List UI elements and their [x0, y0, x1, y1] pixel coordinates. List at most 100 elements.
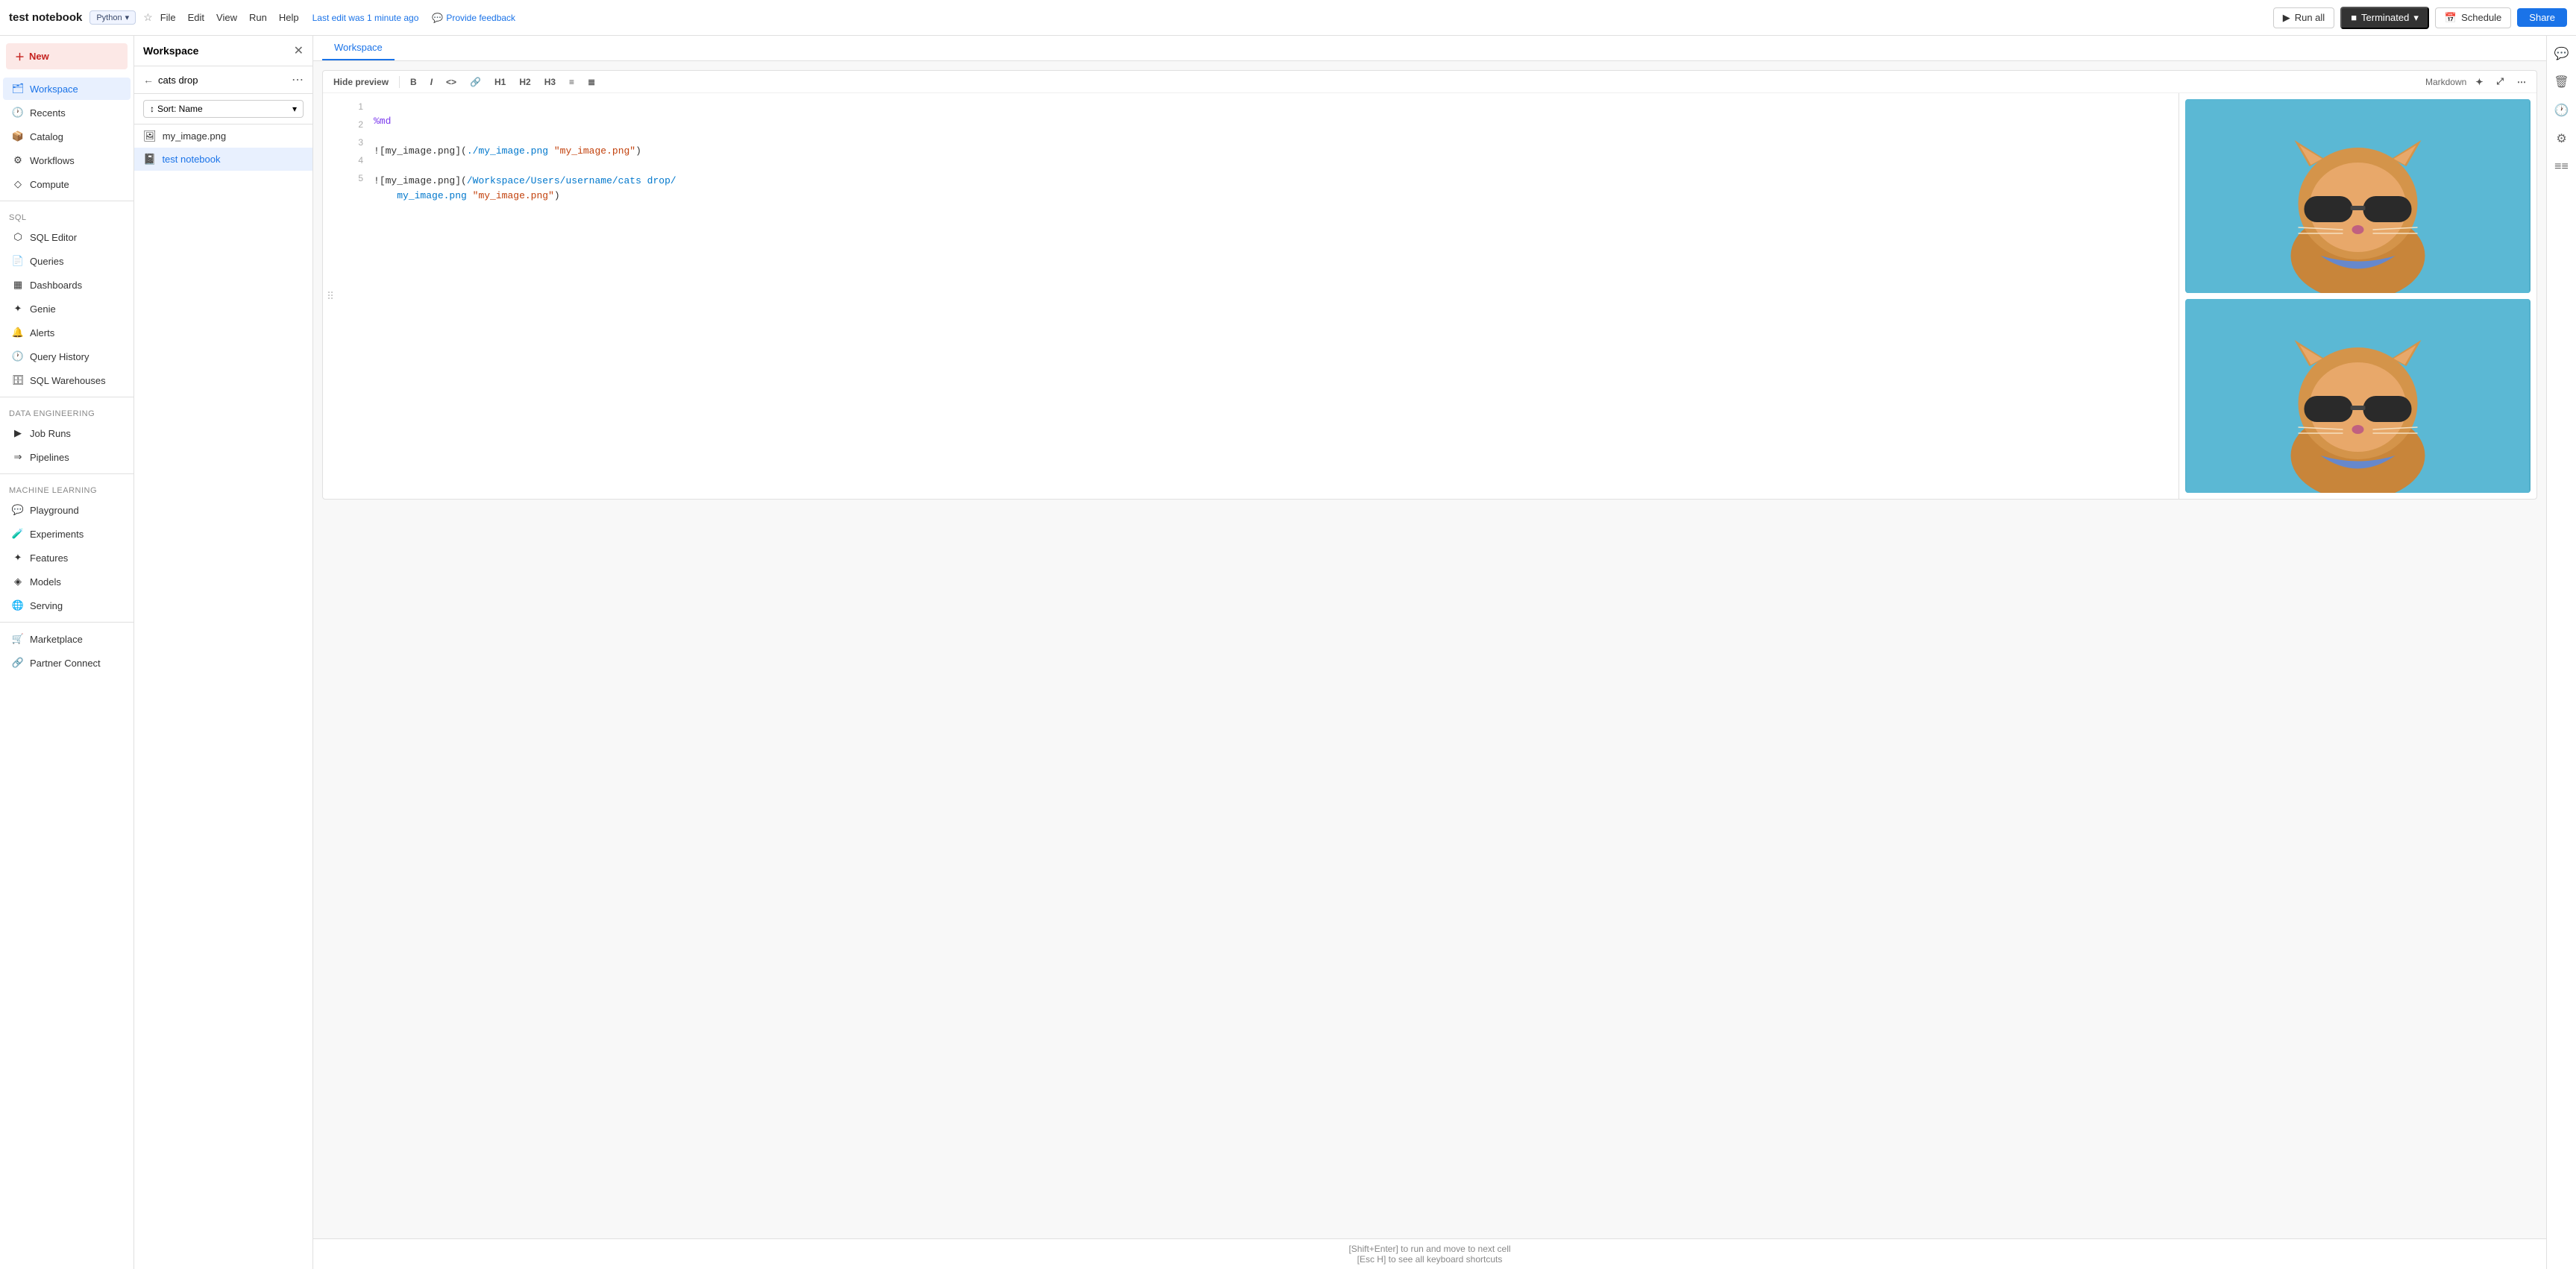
sql-section-label: SQL — [0, 206, 133, 225]
link-button[interactable]: 🔗 — [465, 75, 486, 89]
notebook-title: test notebook — [9, 11, 82, 24]
feedback-button[interactable]: 💬 Provide feedback — [432, 13, 515, 23]
sidebar-item-marketplace[interactable]: 🛒 Marketplace — [3, 628, 131, 650]
catalog-icon: 📦 — [12, 130, 24, 142]
file-panel-close-button[interactable]: ✕ — [294, 43, 304, 58]
experiments-icon: 🧪 — [12, 528, 24, 540]
line-number: 1 — [358, 99, 363, 114]
magic-button[interactable]: ✦ — [2471, 75, 2487, 89]
sidebar-item-alerts[interactable]: 🔔 Alerts — [3, 321, 131, 344]
h3-button[interactable]: H3 — [540, 75, 560, 89]
menu-edit[interactable]: Edit — [188, 12, 204, 23]
chat-icon: 💬 — [432, 13, 443, 23]
sort-selector[interactable]: ↕ Sort: Name ▾ — [143, 100, 304, 118]
marketplace-icon: 🛒 — [12, 633, 24, 645]
sidebar-item-queries[interactable]: 📄 Queries — [3, 250, 131, 272]
pipelines-icon: ⇒ — [12, 451, 24, 463]
delete-icon[interactable]: 🗑 — [2550, 70, 2574, 94]
shortcut-hint-1: [Shift+Enter] to run and move to next ce… — [322, 1244, 2537, 1254]
cell-format-label: Markdown — [2425, 77, 2466, 87]
sidebar-item-pipelines[interactable]: ⇒ Pipelines — [3, 446, 131, 468]
menu-help[interactable]: Help — [279, 12, 299, 23]
file-name: test notebook — [162, 154, 220, 165]
file-item[interactable]: 🖼 my_image.png — [134, 125, 312, 148]
settings-icon[interactable]: ⚙ — [2550, 127, 2574, 151]
ordered-list-button[interactable]: ≣ — [583, 75, 600, 89]
line-number: 5 — [358, 171, 363, 186]
line-number: 3 — [358, 135, 363, 150]
chevron-down-icon: ▾ — [125, 13, 130, 22]
tab-workspace[interactable]: Workspace — [322, 36, 395, 60]
query-history-icon: 🕐 — [12, 350, 24, 362]
content-tabs: Workspace — [313, 36, 2546, 61]
bold-button[interactable]: B — [406, 75, 421, 89]
hide-preview-button[interactable]: Hide preview — [329, 75, 393, 89]
star-button[interactable]: ☆ — [143, 11, 153, 24]
sidebar-item-sql-warehouses[interactable]: 🗄 SQL Warehouses — [3, 369, 131, 391]
cell-code-editor[interactable]: %md ![my_image.png](./my_image.png "my_i… — [368, 93, 2178, 499]
cat-image-2 — [2185, 299, 2531, 493]
h2-button[interactable]: H2 — [515, 75, 535, 89]
chat-panel-icon[interactable]: 💬 — [2550, 42, 2574, 66]
sidebar-item-experiments[interactable]: 🧪 Experiments — [3, 523, 131, 545]
more-options-button[interactable]: ⋯ — [292, 72, 304, 87]
last-edit-link[interactable]: Last edit was 1 minute ago — [312, 13, 419, 23]
cell-body: ⠿ 1 2 3 4 5 %md ![my_image.png](./my_ima… — [323, 93, 2536, 499]
sidebar-item-playground[interactable]: 💬 Playground — [3, 499, 131, 521]
notebook-cell: Hide preview B I <> 🔗 H1 H2 H3 ≡ ≣ Markd… — [322, 70, 2537, 500]
italic-button[interactable]: I — [426, 75, 437, 89]
workflows-icon: ⚙ — [12, 154, 24, 166]
terminated-button[interactable]: ■ Terminated ▾ — [2340, 7, 2429, 29]
code-button[interactable]: <> — [442, 75, 461, 89]
sidebar-item-genie[interactable]: ✦ Genie — [3, 297, 131, 320]
cell-drag-handle[interactable]: ⠿ — [323, 93, 338, 499]
queries-icon: 📄 — [12, 255, 24, 267]
list-button[interactable]: ≡ — [565, 75, 579, 89]
content-area: Workspace Hide preview B I <> 🔗 H1 H2 H3 — [313, 36, 2546, 1269]
sidebar-item-workspace[interactable]: 🗂 Workspace — [3, 78, 131, 100]
compute-icon: ◇ — [12, 178, 24, 190]
menu-view[interactable]: View — [216, 12, 237, 23]
sidebar-item-job-runs[interactable]: ▶ Job Runs — [3, 422, 131, 444]
recents-icon: 🕐 — [12, 107, 24, 119]
sidebar-item-compute[interactable]: ◇ Compute — [3, 173, 131, 195]
sidebar-item-features[interactable]: ✦ Features — [3, 547, 131, 569]
sql-warehouses-icon: 🗄 — [12, 374, 24, 386]
file-breadcrumb: ← cats drop ⋯ — [134, 66, 312, 94]
separator — [399, 76, 400, 88]
expand-button[interactable]: ⤢ — [2492, 74, 2508, 89]
job-runs-icon: ▶ — [12, 427, 24, 439]
history-icon[interactable]: 🕐 — [2550, 98, 2574, 122]
sidebar-item-partner-connect[interactable]: 🔗 Partner Connect — [3, 652, 131, 674]
sidebar-item-catalog[interactable]: 📦 Catalog — [3, 125, 131, 148]
new-button[interactable]: ＋ New — [6, 43, 128, 69]
extensions-icon[interactable]: ≡≡ — [2550, 155, 2574, 179]
more-button[interactable]: ⋯ — [2513, 75, 2531, 89]
features-icon: ✦ — [12, 552, 24, 564]
sidebar-item-sql-editor[interactable]: ⬡ SQL Editor — [3, 226, 131, 248]
menu-file[interactable]: File — [160, 12, 176, 23]
partner-connect-icon: 🔗 — [12, 657, 24, 669]
menu-run[interactable]: Run — [249, 12, 267, 23]
sidebar-item-serving[interactable]: 🌐 Serving — [3, 594, 131, 617]
genie-icon: ✦ — [12, 303, 24, 315]
file-icon: 🖼 — [143, 130, 157, 142]
sidebar-item-recents[interactable]: 🕐 Recents — [3, 101, 131, 124]
file-item[interactable]: 📓 test notebook — [134, 148, 312, 171]
share-button[interactable]: Share — [2517, 8, 2567, 27]
h1-button[interactable]: H1 — [490, 75, 510, 89]
sidebar-item-workflows[interactable]: ⚙ Workflows — [3, 149, 131, 171]
language-selector[interactable]: Python ▾ — [89, 10, 136, 25]
file-list: 🖼 my_image.png 📓 test notebook — [134, 125, 312, 1269]
line-number: 2 — [358, 117, 363, 132]
run-all-button[interactable]: ▶ Run all — [2273, 7, 2334, 28]
file-panel-header: Workspace ✕ — [134, 36, 312, 66]
menu-bar: File Edit View Run Help — [160, 12, 299, 23]
sidebar-item-models[interactable]: ◈ Models — [3, 570, 131, 593]
sidebar-item-dashboards[interactable]: ▦ Dashboards — [3, 274, 131, 296]
back-button[interactable]: ← — [143, 74, 154, 86]
schedule-button[interactable]: 📅 Schedule — [2435, 7, 2511, 28]
cat-image-1 — [2185, 99, 2531, 293]
notebook-icon: 📓 — [143, 153, 156, 166]
sidebar-item-query-history[interactable]: 🕐 Query History — [3, 345, 131, 368]
